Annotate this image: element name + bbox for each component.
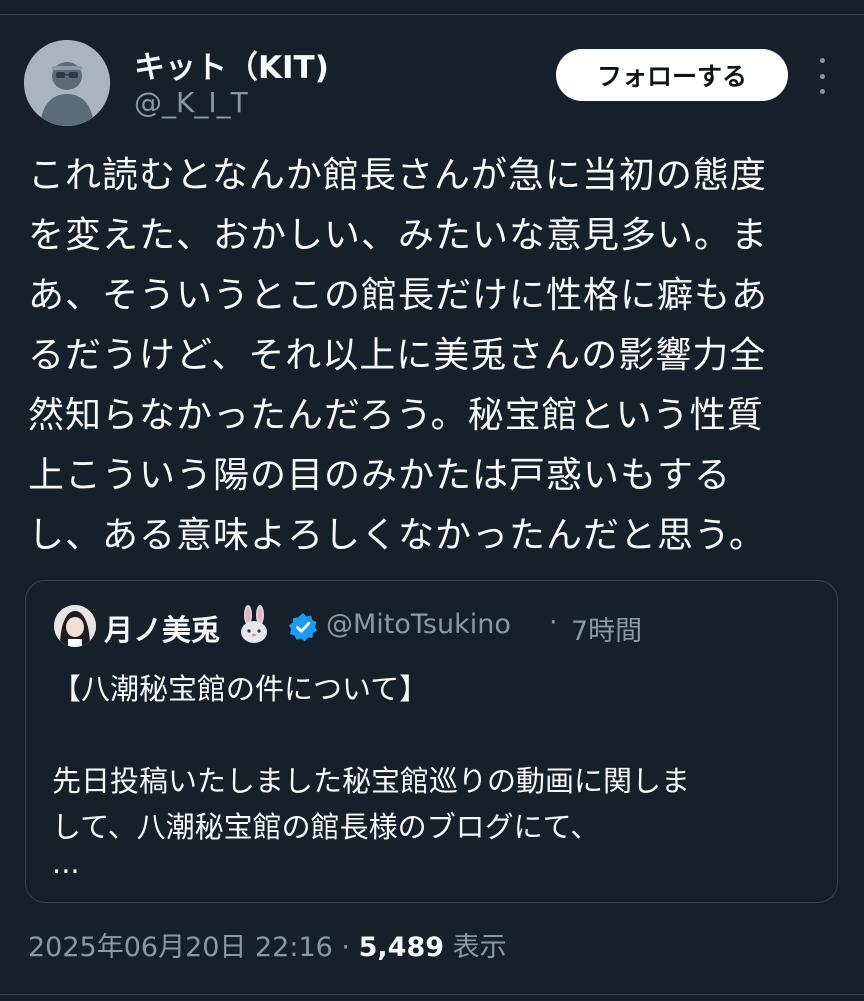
quoted-tweet-text-line: して、八潮秘宝館の館長様のブログにて、 xyxy=(52,810,600,844)
tweet-text-line: これ読むとなんか館長さんが急に当初の態度 xyxy=(28,155,767,196)
tweet-detail: キット（KIT) @_K_I_T フォローする これ読むとなんか館長さんが急に当… xyxy=(0,0,864,1001)
tweet-meta: 2025年06月20日 22:16 · 5,489 表示 xyxy=(28,925,507,964)
more-vertical-icon[interactable] xyxy=(810,58,834,94)
quoted-tweet-text-line: 先日投稿いたしました秘宝館巡りの動画に関しま xyxy=(52,764,691,798)
views-label: 表示 xyxy=(452,932,507,963)
tweet-text-line: るだうけど、それ以上に美兎さんの影響力全 xyxy=(28,335,767,376)
bottom-divider xyxy=(0,994,864,995)
views-count: 5,489 xyxy=(358,932,445,963)
author-avatar[interactable] xyxy=(24,40,110,126)
rabbit-emoji-icon xyxy=(236,605,272,645)
tweet-text-line: を変えた、おかしい、みたいな意見多い。ま xyxy=(28,215,769,256)
quoted-tweet-text-line: ... xyxy=(52,846,80,880)
quoted-tweet-text-line: 【八潮秘宝館の件について】 xyxy=(52,672,429,706)
avatar-image xyxy=(54,605,96,647)
dot xyxy=(819,89,825,94)
tweet-text-line: 然知らなかったんだろう。秘宝館という性質 xyxy=(28,395,764,436)
separator-dot: · xyxy=(549,607,558,638)
separator-dot: · xyxy=(341,932,351,963)
tweet-text: これ読むとなんか館長さんが急に当初の態度 を変えた、おかしい、みたいな意見多い。… xyxy=(28,146,843,566)
tweet-text-line: あ、そういうとこの館長だけに性格に癖もあ xyxy=(28,275,769,316)
quoted-author-handle[interactable]: @MitoTsukino xyxy=(326,609,511,640)
verified-badge-icon xyxy=(288,612,318,642)
quoted-author-avatar[interactable] xyxy=(54,605,96,647)
dot xyxy=(819,73,825,79)
avatar-image xyxy=(24,40,110,126)
dot xyxy=(819,58,825,63)
tweet-text-line: し、ある意味よろしくなかったんだと思う。 xyxy=(28,515,766,556)
quoted-author-display-name[interactable]: 月ノ美兎 xyxy=(104,607,220,649)
quoted-tweet-time[interactable]: 7時間 xyxy=(571,609,642,648)
follow-button[interactable]: フォローする xyxy=(556,49,788,101)
quoted-tweet-card[interactable]: 月ノ美兎 @MitoTsukino · 7時間 xyxy=(25,580,838,903)
author-display-name[interactable]: キット（KIT) xyxy=(134,42,329,87)
top-divider xyxy=(0,14,864,15)
tweet-text-line: 上こういう陽の目のみかたは戸惑いもする xyxy=(28,455,732,496)
tweet-datetime[interactable]: 2025年06月20日 22:16 xyxy=(28,932,333,963)
author-handle[interactable]: @_K_I_T xyxy=(134,86,248,119)
